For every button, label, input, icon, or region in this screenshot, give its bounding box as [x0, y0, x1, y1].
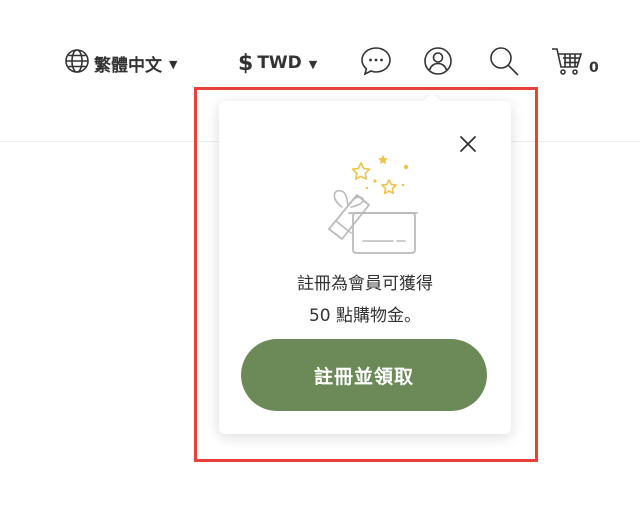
currency-selector[interactable]: $ TWD ▼	[238, 46, 317, 80]
dollar-icon: $	[238, 50, 254, 76]
currency-label: TWD	[257, 53, 302, 73]
register-claim-button[interactable]: 註冊並領取	[241, 339, 487, 411]
cart-button[interactable]: 0	[550, 46, 599, 80]
close-button[interactable]	[455, 133, 481, 159]
promo-message-line2: 50 點購物金。	[308, 306, 422, 326]
cart-icon	[550, 45, 584, 82]
search-button[interactable]	[487, 46, 521, 80]
close-icon	[459, 135, 477, 157]
account-button[interactable]	[422, 46, 454, 80]
search-icon	[487, 44, 521, 83]
chevron-down-icon: ▼	[308, 57, 318, 71]
signup-reward-popover: 註冊為會員可獲得 50 點購物金。 註冊並領取	[219, 92, 511, 434]
globe-icon	[64, 48, 90, 79]
chevron-down-icon: ▼	[169, 57, 178, 71]
chat-button[interactable]	[359, 46, 393, 80]
gift-box-icon	[309, 153, 429, 257]
chat-icon	[359, 44, 393, 83]
popover-arrow	[422, 92, 442, 102]
language-label: 繁體中文	[94, 55, 162, 76]
cart-count-badge: 0	[589, 60, 599, 76]
promo-message-line1: 註冊為會員可獲得	[297, 274, 433, 294]
language-selector[interactable]: 繁體中文 ▼	[64, 46, 177, 80]
user-icon	[422, 45, 454, 82]
